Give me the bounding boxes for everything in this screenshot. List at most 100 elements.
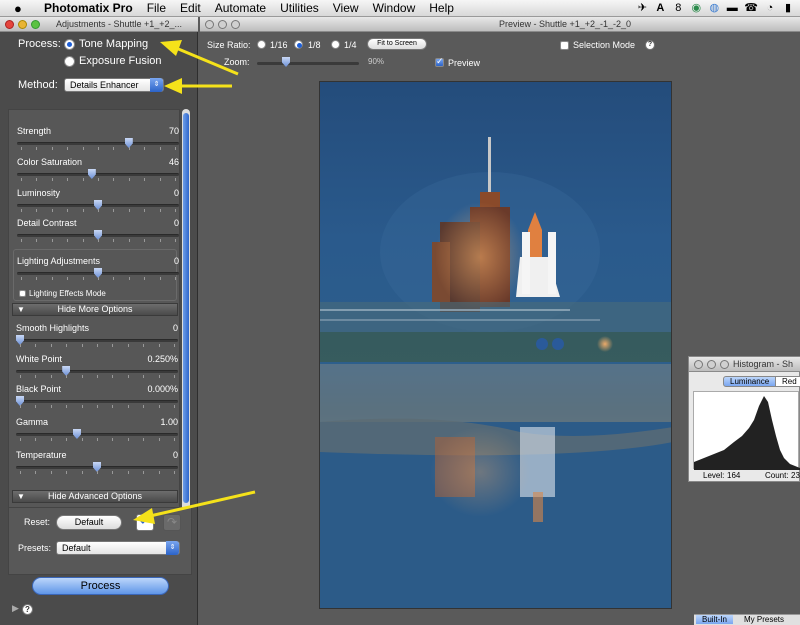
- help-icon[interactable]: ?: [645, 40, 655, 50]
- zoom-icon[interactable]: [231, 20, 240, 29]
- undo-icon[interactable]: ↶: [136, 514, 154, 531]
- adobe-icon[interactable]: A: [654, 2, 666, 14]
- settings-scrollbar[interactable]: [182, 109, 190, 518]
- menu-automate[interactable]: Automate: [215, 1, 266, 15]
- status-badge[interactable]: 8: [672, 2, 684, 14]
- slider-value: 70: [168, 126, 179, 136]
- apple-menu-icon[interactable]: ●: [14, 1, 32, 16]
- preview-image[interactable]: [319, 81, 672, 609]
- fe-icon[interactable]: ◍: [708, 1, 720, 14]
- menu-edit[interactable]: Edit: [180, 1, 201, 15]
- zoom-icon[interactable]: [31, 20, 40, 29]
- tab-luminance[interactable]: Luminance: [723, 376, 777, 387]
- menu-app-name[interactable]: Photomatix Pro: [44, 1, 133, 15]
- chevron-updown-icon: ⇕: [166, 541, 179, 555]
- histogram-title-bar[interactable]: Histogram - Sh: [689, 357, 800, 372]
- menu-file[interactable]: File: [147, 1, 166, 15]
- slider-value: 46: [168, 157, 179, 167]
- exposure-fusion-radio[interactable]: [64, 56, 75, 67]
- redo-icon[interactable]: ↷: [163, 514, 181, 531]
- expand-triangle-icon[interactable]: ▶: [12, 603, 19, 614]
- close-icon[interactable]: [5, 20, 14, 29]
- selection-mode-label[interactable]: Selection Mode: [573, 40, 635, 50]
- size-1-4-label[interactable]: 1/4: [344, 40, 357, 50]
- zoom-icon[interactable]: [720, 360, 729, 369]
- close-icon[interactable]: [205, 20, 214, 29]
- slider-tick: [175, 239, 176, 242]
- slider-tick: [97, 405, 98, 408]
- slider-label: Temperature: [16, 450, 67, 460]
- hide-more-options-bar[interactable]: ▼ Hide More Options: [12, 303, 178, 316]
- hide-advanced-options-bar[interactable]: ▼ Hide Advanced Options: [12, 490, 178, 503]
- scrollbar-thumb[interactable]: [183, 113, 189, 503]
- slider-track[interactable]: [16, 370, 178, 373]
- lighting-effects-label[interactable]: Lighting Effects Mode: [29, 289, 106, 298]
- time-machine-icon[interactable]: ◔: [764, 2, 776, 14]
- display-icon[interactable]: ▬: [726, 2, 738, 14]
- slider-label: Luminosity: [17, 188, 61, 198]
- method-select[interactable]: Details Enhancer ⇕: [64, 78, 164, 92]
- size-1-8-radio[interactable]: [294, 40, 303, 49]
- slider-tick: [20, 375, 21, 378]
- slider-tick: [81, 438, 83, 441]
- slider-value: 0: [173, 256, 179, 266]
- minimize-icon[interactable]: [707, 360, 716, 369]
- tone-mapping-label[interactable]: Tone Mapping: [79, 38, 148, 50]
- preview-title-bar[interactable]: Preview - Shuttle +1_+2_-1_-2_0: [200, 17, 800, 32]
- process-label: Process:: [18, 38, 61, 50]
- help-icon[interactable]: ?: [22, 604, 33, 615]
- close-icon[interactable]: [694, 360, 703, 369]
- fit-to-screen-button[interactable]: Fit to Screen: [367, 38, 427, 50]
- more-options-area: Smooth Highlights 0 White Point 0.250% B…: [8, 317, 180, 497]
- menu-help[interactable]: Help: [429, 1, 454, 15]
- tab-built-in[interactable]: Built-In: [696, 615, 733, 624]
- slider-tick: [82, 277, 84, 280]
- lighting-effects-checkbox[interactable]: [19, 290, 26, 297]
- tab-red[interactable]: Red: [775, 376, 800, 387]
- slider-tick: [144, 277, 146, 280]
- slider-track[interactable]: [16, 400, 178, 403]
- slider-thumb[interactable]: [87, 169, 96, 179]
- preview-checkbox[interactable]: [435, 56, 444, 67]
- slider-tick: [127, 375, 129, 378]
- slider-tick: [127, 438, 129, 441]
- tab-my-presets[interactable]: My Presets: [740, 615, 788, 624]
- slider-track[interactable]: [16, 433, 178, 436]
- slider-track[interactable]: [17, 142, 179, 145]
- minimize-icon[interactable]: [18, 20, 27, 29]
- size-1-16-radio[interactable]: [257, 40, 266, 49]
- slider-track[interactable]: [17, 173, 179, 176]
- slider-tick: [143, 344, 145, 347]
- selection-mode-checkbox[interactable]: [560, 41, 569, 50]
- slider-tick: [35, 471, 37, 474]
- slider-tick: [21, 178, 22, 181]
- slider-tick: [51, 239, 53, 242]
- slider-label: Black Point: [16, 384, 62, 394]
- exposure-fusion-label[interactable]: Exposure Fusion: [79, 55, 162, 67]
- menu-window[interactable]: Window: [373, 1, 416, 15]
- size-1-8-label[interactable]: 1/8: [308, 40, 321, 50]
- slider-track[interactable]: [16, 339, 178, 342]
- menu-view[interactable]: View: [333, 1, 359, 15]
- slider-thumb[interactable]: [72, 429, 81, 439]
- status-bird-icon[interactable]: ✈: [636, 1, 648, 14]
- slider-tick: [98, 209, 99, 212]
- slider-tick: [21, 239, 22, 242]
- globe-icon[interactable]: ◉: [690, 1, 702, 14]
- default-button[interactable]: Default: [56, 515, 122, 530]
- minimize-icon[interactable]: [218, 20, 227, 29]
- slider-tick: [97, 438, 98, 441]
- tone-mapping-radio[interactable]: [64, 39, 75, 50]
- preview-label[interactable]: Preview: [448, 58, 480, 68]
- zoom-slider-track[interactable]: [257, 62, 359, 65]
- adjustments-title-bar[interactable]: Adjustments - Shuttle +1_+2_...: [0, 17, 198, 32]
- menu-utilities[interactable]: Utilities: [280, 1, 319, 15]
- size-1-16-label[interactable]: 1/16: [270, 40, 288, 50]
- process-button[interactable]: Process: [32, 577, 169, 595]
- battery-icon[interactable]: ▮: [782, 1, 794, 14]
- presets-select[interactable]: Default ⇕: [56, 541, 180, 555]
- slider-tick: [98, 239, 99, 242]
- histogram-plot: [693, 391, 800, 470]
- size-1-4-radio[interactable]: [331, 40, 340, 49]
- phone-icon[interactable]: ☎: [744, 1, 758, 14]
